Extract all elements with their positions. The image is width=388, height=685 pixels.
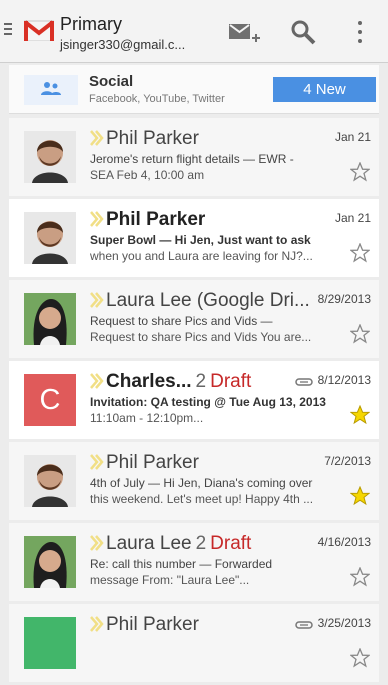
thread-count: 2 — [195, 533, 207, 554]
star-icon[interactable] — [350, 324, 370, 344]
social-category-row[interactable]: Social Facebook, YouTube, Twitter 4 New — [9, 65, 379, 114]
sender-name: Phil Parker — [106, 452, 306, 474]
star-icon[interactable] — [350, 243, 370, 263]
email-row[interactable]: Phil Parker Jan 21 Super Bowl — Hi Jen, Ju… — [9, 199, 379, 277]
sender-label: Phil Parker — [106, 614, 199, 635]
email-preview-snippet: message From: "Laura Lee"... — [90, 573, 250, 587]
importance-marker-icon[interactable] — [90, 373, 104, 389]
sender-label: Laura Lee (Google Dri... — [106, 290, 310, 311]
email-preview-snippet: SEA Feb 4, 10:00 am — [90, 168, 205, 182]
sender-avatar[interactable] — [24, 212, 76, 264]
importance-marker-icon[interactable] — [90, 130, 104, 146]
email-preview-snippet: when you and Laura are leaving for NJ?..… — [90, 249, 313, 263]
sender-avatar[interactable]: C — [24, 374, 76, 426]
email-subject-snippet: Jerome's return flight details — EWR - — [90, 152, 294, 166]
email-date: 4/16/2013 — [317, 535, 371, 549]
email-subject-snippet: 4th of July — Hi Jen, Diana's coming ove… — [90, 476, 313, 490]
email-date: 3/25/2013 — [317, 616, 371, 630]
email-row[interactable]: C Charles... 2 Draft 8/12/2013 Invitation: QA… — [9, 361, 379, 439]
star-icon[interactable] — [350, 405, 370, 425]
search-icon[interactable] — [290, 19, 316, 45]
sender-avatar[interactable] — [24, 617, 76, 669]
star-icon[interactable] — [350, 567, 370, 587]
star-icon[interactable] — [350, 486, 370, 506]
sender-avatar[interactable] — [24, 536, 76, 588]
action-bar: Primary jsinger330@gmail.c... — [0, 0, 388, 63]
email-preview-snippet: 11:10am - 12:10pm... — [90, 411, 204, 425]
overflow-menu-icon[interactable] — [356, 21, 364, 47]
sender-name: Phil Parker — [106, 614, 306, 636]
people-icon — [24, 75, 78, 105]
email-subject-snippet: Super Bowl — Hi Jen, Just want to ask — [90, 233, 311, 247]
sender-label: Phil Parker — [106, 209, 206, 230]
draft-label: Draft — [210, 371, 252, 392]
sender-name: Phil Parker — [106, 128, 306, 150]
email-row[interactable]: Laura Lee 2 Draft 4/16/2013 Re: call this nu… — [9, 523, 379, 601]
sender-avatar[interactable] — [24, 131, 76, 183]
thread-count: 2 — [195, 371, 207, 392]
star-icon[interactable] — [350, 648, 370, 668]
sender-avatar[interactable] — [24, 293, 76, 345]
email-row[interactable]: Phil Parker Jan 21 Jerome's return flight … — [9, 118, 379, 196]
sender-name: Phil Parker — [106, 209, 306, 231]
account-email[interactable]: jsinger330@gmail.c... — [60, 37, 185, 52]
attachment-icon — [295, 621, 313, 629]
social-subtitle: Facebook, YouTube, Twitter — [89, 93, 225, 105]
email-date: 8/12/2013 — [317, 373, 371, 387]
email-row[interactable]: Laura Lee (Google Dri... 8/29/2013 Request… — [9, 280, 379, 358]
email-preview-snippet: this weekend. Let's meet up! Happy 4th .… — [90, 492, 314, 506]
attachment-icon — [295, 378, 313, 386]
email-subject-snippet: Request to share Pics and Vids — — [90, 314, 273, 328]
email-row[interactable]: Phil Parker 7/2/2013 4th of July — Hi Jen,… — [9, 442, 379, 520]
importance-marker-icon[interactable] — [90, 616, 104, 632]
sender-label: Laura Lee — [106, 533, 192, 554]
avatar-letter: C — [24, 374, 76, 426]
importance-marker-icon[interactable] — [90, 454, 104, 470]
email-date: Jan 21 — [334, 130, 371, 144]
email-subject-snippet: Invitation: QA testing @ Tue Aug 13, 201… — [90, 395, 326, 409]
email-preview-snippet: Request to share Pics and Vids You are..… — [90, 330, 312, 344]
gmail-logo — [24, 20, 54, 41]
email-list: Phil Parker Jan 21 Jerome's return flight … — [9, 118, 379, 685]
email-date: Jan 21 — [334, 211, 371, 225]
importance-marker-icon[interactable] — [90, 211, 104, 227]
email-subject-snippet: Re: call this number — Forwarded — [90, 557, 273, 571]
sender-avatar[interactable] — [24, 455, 76, 507]
sender-label: Phil Parker — [106, 452, 199, 473]
sender-name: Laura Lee (Google Dri... — [106, 290, 310, 312]
sender-name: Laura Lee 2 Draft — [106, 533, 306, 555]
star-icon[interactable] — [350, 162, 370, 182]
importance-marker-icon[interactable] — [90, 535, 104, 551]
sender-label: Phil Parker — [106, 128, 199, 149]
draft-label: Draft — [210, 533, 252, 554]
sender-label: Charles... — [106, 371, 192, 392]
compose-mail-icon[interactable] — [228, 20, 260, 48]
sender-name: Charles... 2 Draft — [106, 371, 306, 393]
mailbox-title[interactable]: Primary — [60, 14, 122, 35]
social-title: Social — [89, 73, 134, 90]
email-date: 7/2/2013 — [324, 454, 371, 468]
email-date: 8/29/2013 — [317, 292, 371, 306]
email-row[interactable]: Phil Parker 3/25/2013 — [9, 604, 379, 682]
importance-marker-icon[interactable] — [90, 292, 104, 308]
menu-icon[interactable] — [4, 23, 12, 38]
social-new-count-button[interactable]: 4 New — [273, 77, 376, 102]
